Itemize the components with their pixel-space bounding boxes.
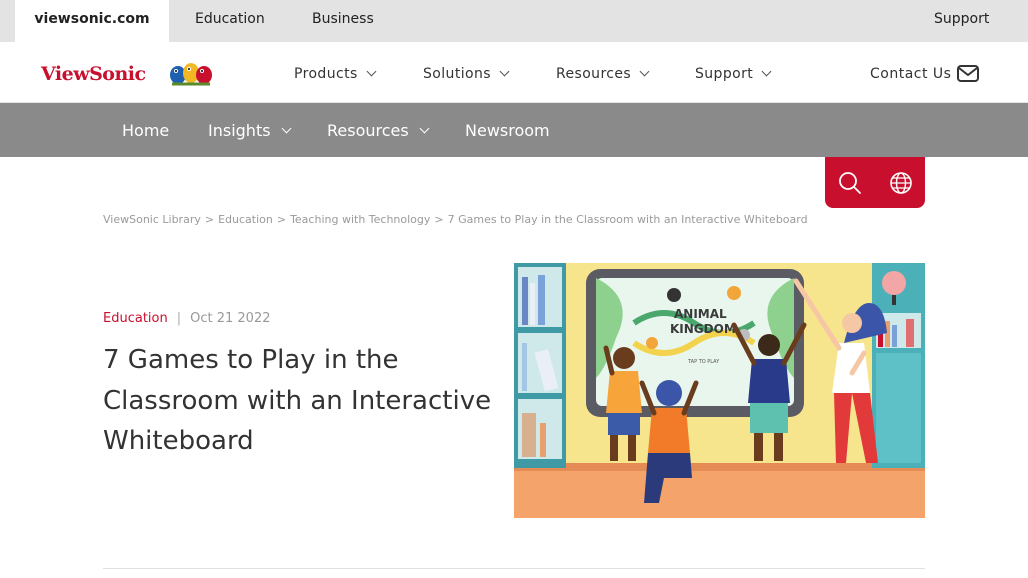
content-divider (103, 568, 925, 569)
breadcrumb-separator: > (276, 213, 287, 226)
article-title: 7 Games to Play in the Classroom with an… (103, 345, 492, 456)
breadcrumb-separator: > (204, 213, 215, 226)
article-date: Oct 21 2022 (190, 311, 271, 326)
contact-us-link[interactable]: Contact Us (870, 66, 951, 82)
breadcrumb-library[interactable]: ViewSonic Library (103, 213, 201, 226)
subnav-home[interactable]: Home (122, 121, 169, 140)
tab-business[interactable]: Business (312, 0, 374, 42)
globe-icon[interactable] (888, 170, 914, 196)
board-title-kingdom: KINGDOM (670, 322, 736, 336)
article-meta: Education | Oct 21 2022 (103, 311, 271, 326)
top-support-link[interactable]: Support (934, 0, 989, 42)
logo-wordmark: ViewSonic (41, 63, 146, 85)
chevron-down-icon (639, 66, 650, 77)
meta-divider: | (176, 311, 182, 326)
breadcrumb-education[interactable]: Education (218, 213, 273, 226)
chevron-down-icon (281, 123, 291, 134)
breadcrumb-teaching-with-technology[interactable]: Teaching with Technology (290, 213, 430, 226)
breadcrumb-separator: > (434, 213, 444, 226)
board-title-animal: ANIMAL (674, 307, 727, 321)
subnav-insights[interactable]: Insights (208, 121, 291, 140)
chevron-down-icon (419, 123, 430, 134)
subnav-insights-label: Insights (208, 121, 271, 140)
search-icon[interactable] (837, 170, 863, 196)
search-language-toolbox (825, 157, 925, 208)
mail-icon[interactable] (957, 65, 979, 82)
subnav-resources[interactable]: Resources (327, 121, 430, 140)
subnav-resources-label: Resources (327, 121, 409, 140)
logo-birds-icon (170, 63, 212, 86)
chevron-down-icon (499, 66, 510, 77)
top-utility-bar: viewsonic.com Education Business Support (0, 0, 1028, 42)
nav-resources[interactable]: Resources (556, 66, 650, 82)
hero-illustration: ANIMAL KINGDOM TAP TO PLAY (514, 263, 925, 518)
article-category[interactable]: Education (103, 311, 168, 326)
tab-viewsonic-com[interactable]: viewsonic.com (15, 0, 169, 42)
tab-education[interactable]: Education (195, 0, 265, 42)
nav-solutions[interactable]: Solutions (423, 66, 510, 82)
viewsonic-logo[interactable]: ViewSonic (41, 60, 216, 90)
nav-support-label: Support (695, 66, 754, 82)
main-header: ViewSonic Products Solutions Resources S… (0, 42, 1028, 103)
breadcrumb-current: 7 Games to Play in the Classroom with an… (447, 213, 808, 226)
breadcrumb: ViewSonic Library > Education > Teaching wit… (103, 213, 808, 226)
nav-resources-label: Resources (556, 66, 632, 82)
subnav-newsroom[interactable]: Newsroom (465, 121, 550, 140)
secondary-nav: Home Insights Resources Newsroom (0, 103, 1028, 157)
chevron-down-icon (366, 66, 377, 77)
board-tap-to-play: TAP TO PLAY (687, 359, 720, 365)
nav-products-label: Products (294, 66, 358, 82)
nav-support[interactable]: Support (695, 66, 772, 82)
nav-products[interactable]: Products (294, 66, 377, 82)
chevron-down-icon (761, 66, 772, 77)
nav-solutions-label: Solutions (423, 66, 491, 82)
